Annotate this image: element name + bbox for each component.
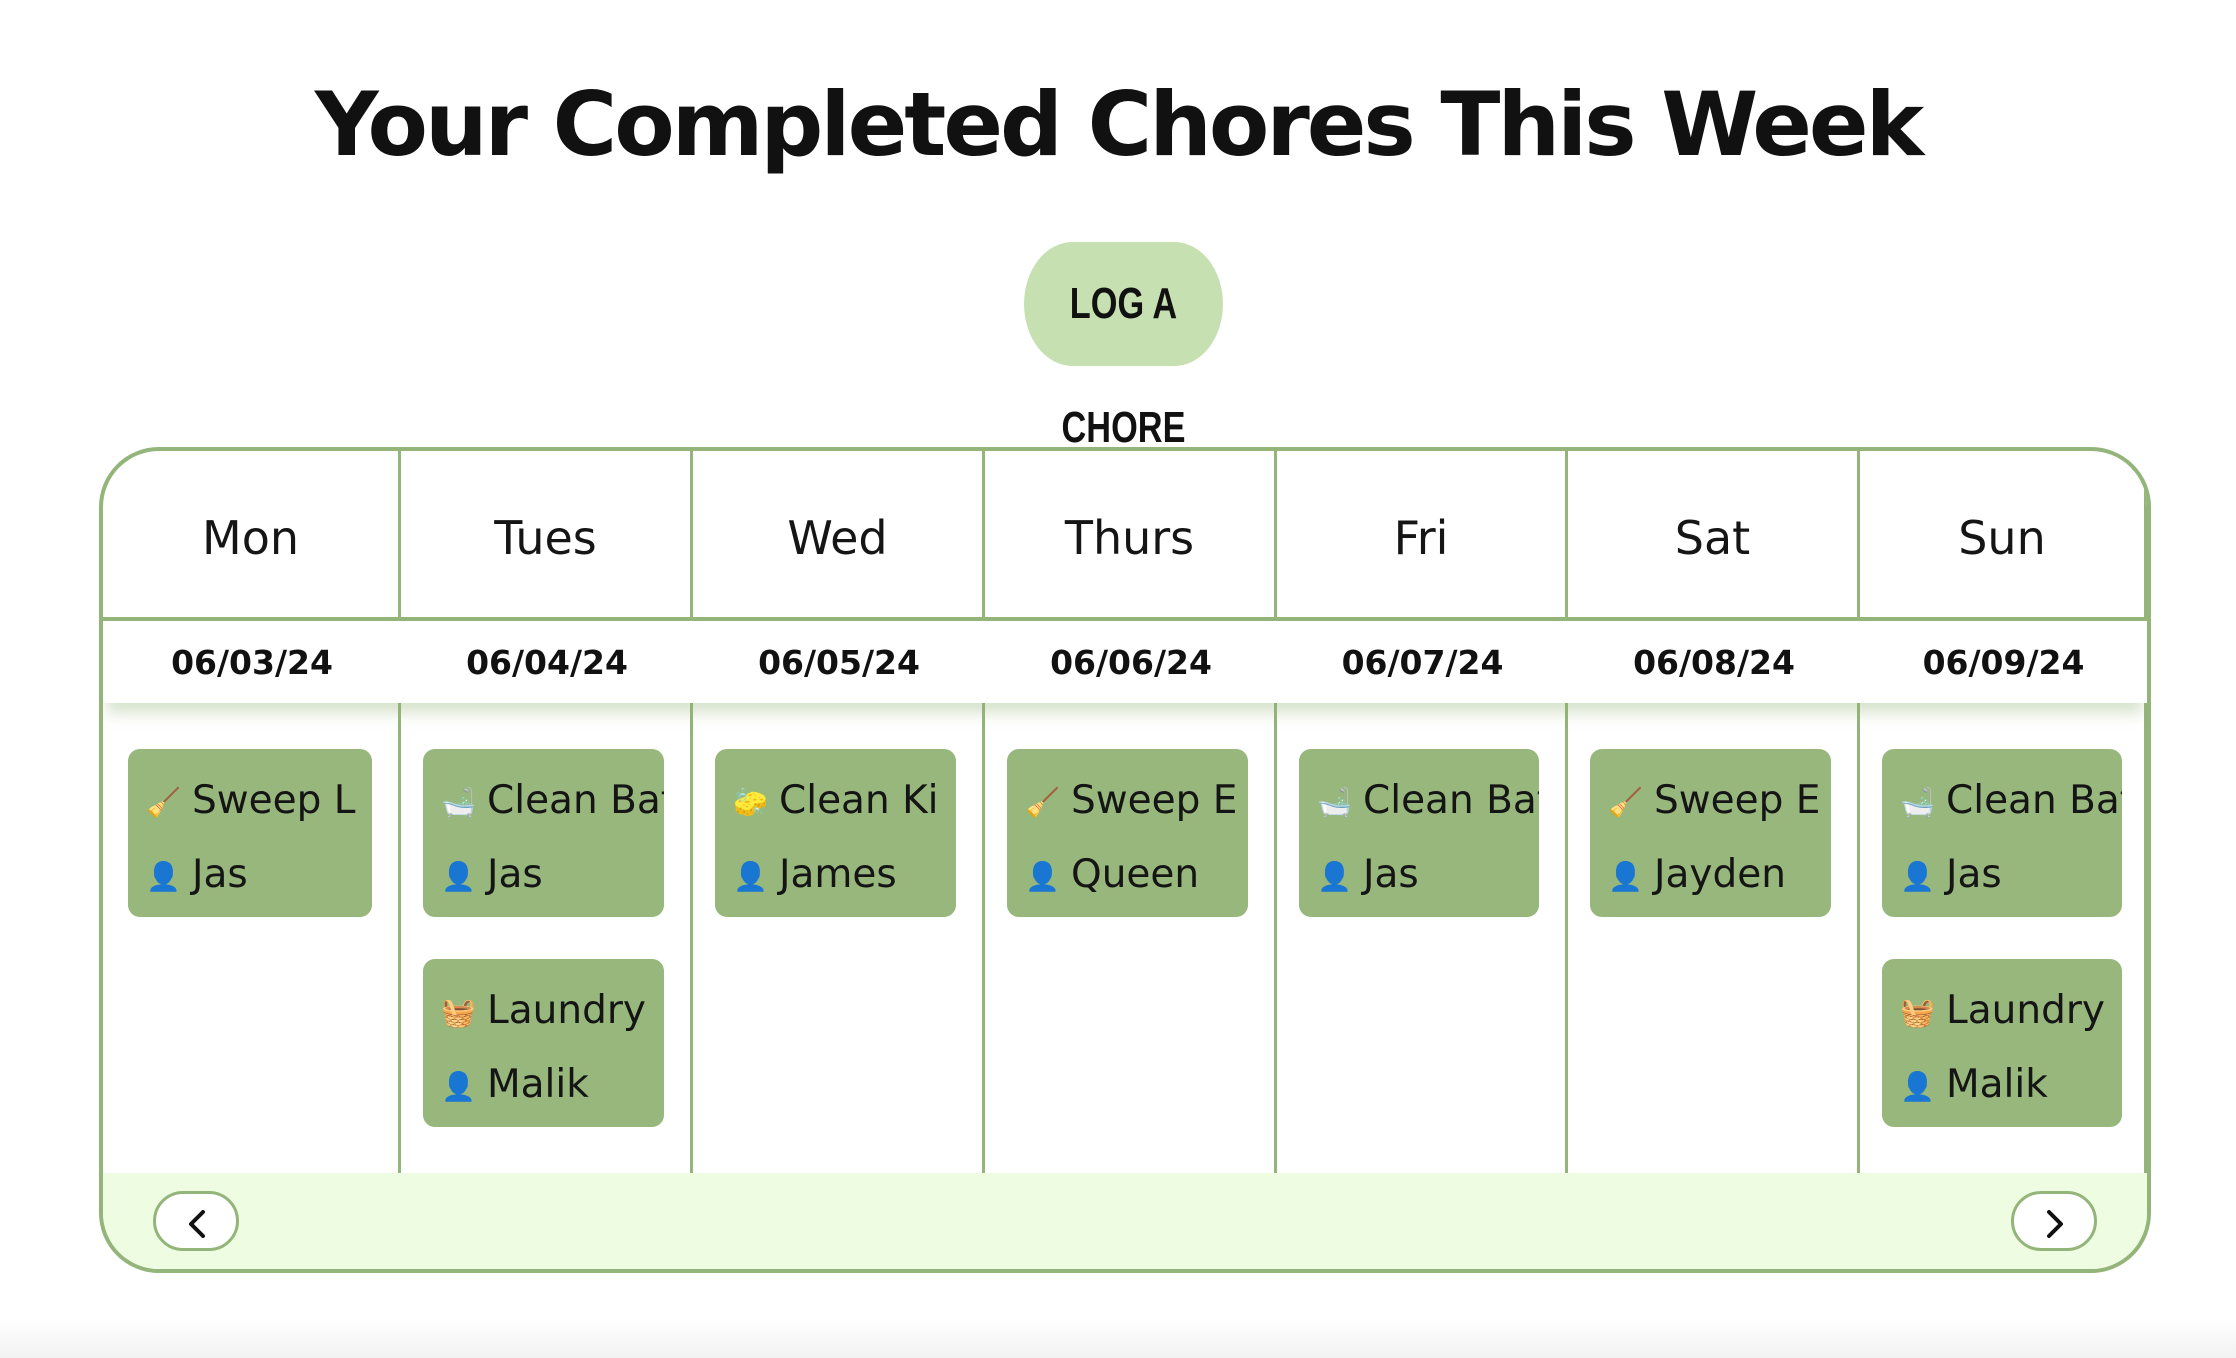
chore-card[interactable]: 🧺 Laundry 👤 Malik — [423, 959, 664, 1127]
basket-icon: 🧺 — [441, 995, 476, 1029]
date-sun: 06/09/24 — [1922, 643, 2085, 682]
date-fri: 06/07/24 — [1341, 643, 1504, 682]
person-icon: 👤 — [1900, 859, 1935, 893]
calendar-footer — [103, 1173, 2147, 1269]
page-bottom-shadow — [0, 1318, 2236, 1358]
chore-person: Jas — [1363, 852, 1419, 897]
date-tues: 06/04/24 — [466, 643, 628, 682]
person-icon: 👤 — [733, 859, 768, 893]
day-name: Tues — [401, 451, 690, 621]
chore-person: Malik — [487, 1062, 589, 1107]
chevron-left-icon — [189, 1210, 205, 1238]
bathtub-icon: 🛁 — [1317, 785, 1352, 819]
date-wed: 06/05/24 — [758, 643, 920, 682]
chore-card[interactable]: 🛁 Clean Bath 👤 Jas — [1299, 749, 1539, 917]
chore-card[interactable]: 🛁 Clean Bath 👤 Jas — [1882, 749, 2122, 917]
chore-name: Sweep E — [1654, 778, 1821, 823]
date-mon: 06/03/24 — [171, 643, 333, 682]
chore-card[interactable]: 🧽 Clean Ki 👤 James — [715, 749, 956, 917]
day-name: Fri — [1277, 451, 1565, 621]
date-thurs: 06/06/24 — [1050, 643, 1212, 682]
previous-week-button[interactable] — [153, 1191, 239, 1251]
person-icon: 👤 — [146, 859, 181, 893]
person-icon: 👤 — [441, 859, 476, 893]
bathtub-icon: 🛁 — [1900, 785, 1935, 819]
person-icon: 👤 — [441, 1069, 476, 1103]
chore-person: James — [779, 852, 897, 897]
day-name: Sun — [1860, 451, 2144, 621]
person-icon: 👤 — [1608, 859, 1643, 893]
day-name: Sat — [1568, 451, 1857, 621]
bathtub-icon: 🛁 — [441, 785, 476, 819]
log-chore-button[interactable]: LOG A CHORE — [1024, 242, 1223, 452]
chore-name: Laundry — [1946, 988, 2105, 1033]
broom-icon: 🧹 — [1025, 785, 1060, 819]
date-sat: 06/08/24 — [1633, 643, 1795, 682]
chore-card[interactable]: 🧹 Sweep L 👤 Jas — [128, 749, 372, 917]
chore-card[interactable]: 🧹 Sweep E 👤 Queen — [1007, 749, 1248, 917]
chore-name: Sweep L — [192, 778, 356, 823]
day-name: Thurs — [985, 451, 1274, 621]
chore-person: Queen — [1071, 852, 1200, 897]
chore-card[interactable]: 🛁 Clean Bath 👤 Jas — [423, 749, 664, 917]
chore-name: Clean Ki — [779, 778, 939, 823]
broom-icon: 🧹 — [1608, 785, 1643, 819]
chore-person: Jas — [1946, 852, 2002, 897]
chore-name: Clean Bath — [1946, 778, 2122, 823]
chevron-right-icon — [2047, 1210, 2063, 1238]
weekly-calendar: Mon Tues Wed Thurs Fri Sat Sun 06/03/24 … — [99, 447, 2151, 1273]
person-icon: 👤 — [1317, 859, 1352, 893]
chore-name: Sweep E — [1071, 778, 1238, 823]
person-icon: 👤 — [1900, 1069, 1935, 1103]
broom-icon: 🧹 — [146, 785, 181, 819]
chore-name: Clean Bath — [487, 778, 664, 823]
chore-person: Jas — [487, 852, 543, 897]
page-title: Your Completed Chores This Week — [314, 73, 1924, 176]
person-icon: 👤 — [1025, 859, 1060, 893]
chore-card[interactable]: 🧺 Laundry 👤 Malik — [1882, 959, 2122, 1127]
chore-person: Malik — [1946, 1062, 2048, 1107]
day-name: Mon — [103, 451, 398, 621]
day-name: Wed — [693, 451, 982, 621]
chore-name: Clean Bath — [1363, 778, 1539, 823]
chore-card[interactable]: 🧹 Sweep E 👤 Jayden — [1590, 749, 1831, 917]
chore-name: Laundry — [487, 988, 646, 1033]
chore-person: Jas — [192, 852, 248, 897]
next-week-button[interactable] — [2011, 1191, 2097, 1251]
sponge-icon: 🧽 — [733, 785, 768, 819]
chore-person: Jayden — [1654, 852, 1786, 897]
basket-icon: 🧺 — [1900, 995, 1935, 1029]
